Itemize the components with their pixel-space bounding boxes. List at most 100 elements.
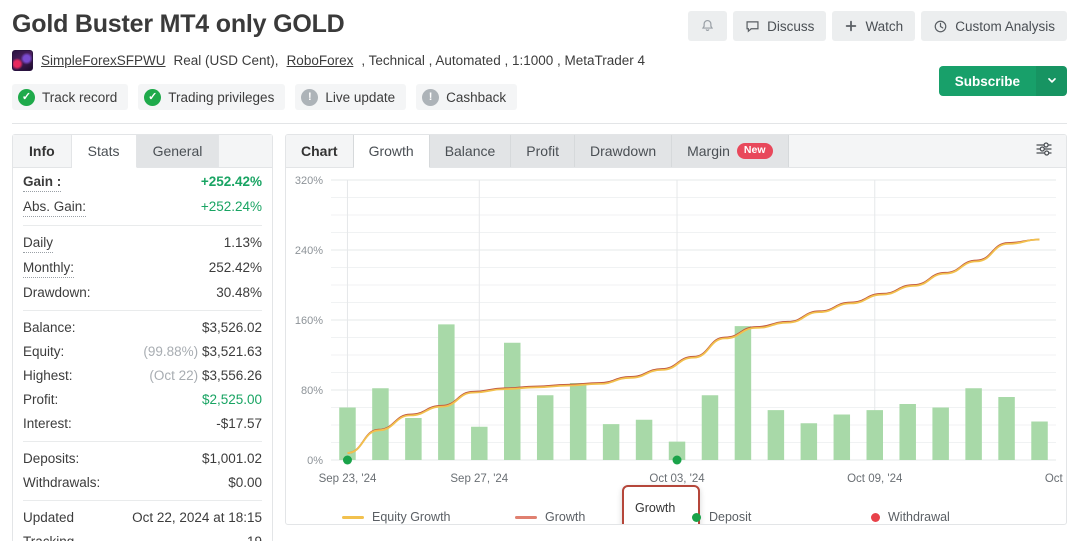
chart-bar [438,324,454,460]
badge-cashback[interactable]: ! Cashback [416,84,517,110]
svg-text:Sep 23, '24: Sep 23, '24 [319,473,377,485]
stat-value-group: (Oct 22) $3,556.26 [149,367,262,385]
stat-value: 30.48% [216,284,262,302]
chart-settings-button[interactable] [1022,135,1066,167]
chart-bar [570,383,586,460]
stat-value: $3,521.63 [202,344,262,359]
chart-bar [998,397,1014,460]
badge-trading-privileges[interactable]: ✓ Trading privileges [138,84,285,110]
svg-text:160%: 160% [295,315,323,327]
tab-drawdown[interactable]: Drawdown [575,135,672,167]
stat-row-drawdown: Drawdown: 30.48% [23,281,262,305]
chart-bar [768,410,784,460]
stat-key: Deposits: [23,450,79,468]
exclamation-circle-icon: ! [301,89,318,106]
subscribe-group: Subscribe [939,66,1067,96]
chart-bar [504,343,520,460]
new-badge: New [737,143,773,159]
chevron-down-icon [1046,74,1058,89]
badge-label: Cashback [446,90,506,105]
tab-profit[interactable]: Profit [511,135,575,167]
growth-chart-svg[interactable]: 0%80%160%240%320%Sep 23, '24Sep 27, '24O… [286,168,1067,518]
legend-item-deposit[interactable]: Deposit [692,510,751,524]
divider [23,225,262,226]
tab-growth[interactable]: Growth [354,135,430,168]
chart-bar [603,424,619,460]
check-circle-icon: ✓ [18,89,35,106]
svg-text:Sep 27, '24: Sep 27, '24 [450,473,508,485]
notifications-button[interactable] [688,11,727,41]
legend-item-withdrawal[interactable]: Withdrawal [871,510,950,524]
stat-row-tracking: Tracking 19 [23,530,262,541]
equity-percent: (99.88%) [143,344,198,359]
divider [23,500,262,501]
chart-bar [867,410,883,460]
account-name-link[interactable]: SimpleForexSFPWU [41,53,166,68]
stat-value: $0.00 [228,474,262,492]
stat-row-interest: Interest: -$17.57 [23,412,262,436]
subscribe-dropdown-button[interactable] [1036,66,1067,96]
legend-line-icon [342,516,364,519]
stat-key[interactable]: Gain : [23,173,61,192]
tab-chart[interactable]: Chart [286,135,354,167]
highest-date: (Oct 22) [149,368,198,383]
chart-bar [405,418,421,460]
tab-stats[interactable]: Stats [72,135,137,168]
tab-general[interactable]: General [137,135,220,167]
stat-value: 252.42% [209,259,262,277]
chart-bar [471,427,487,460]
stat-value: $3,526.02 [202,319,262,337]
stat-row-balance: Balance: $3,526.02 [23,316,262,340]
chart-bar [899,404,915,460]
sliders-icon [1034,139,1054,164]
svg-text:320%: 320% [295,175,323,187]
svg-text:240%: 240% [295,245,323,257]
legend-item-growth[interactable]: Growth [515,510,585,524]
broker-link[interactable]: RoboForex [287,53,354,68]
tooltip-series: Growth [635,496,687,521]
account-type: Real (USD Cent), [174,53,279,68]
custom-analysis-button[interactable]: Custom Analysis [921,11,1067,41]
chart-tooltip: Growth Sep 24, '24 34.58% [622,485,700,525]
watch-label: Watch [865,19,903,34]
legend-dot-icon [692,513,701,522]
subscribe-button[interactable]: Subscribe [939,66,1036,96]
stat-value: 1.13% [224,234,262,252]
stat-key: Tracking [23,533,74,541]
stats-panel-tabs: Info Stats General [13,135,272,168]
stat-row-daily: Daily 1.13% [23,231,262,256]
legend-item-equity-growth[interactable]: Equity Growth [342,510,451,524]
stat-value: +252.42% [201,173,262,191]
badge-label: Trading privileges [168,90,274,105]
page-title: Gold Buster MT4 only GOLD [12,8,345,40]
watch-button[interactable]: Watch [832,11,915,41]
stat-key[interactable]: Daily [23,234,53,253]
stats-list: Gain : +252.42% Abs. Gain: +252.24% Dail… [13,168,272,541]
tooltip-date: Sep 24, '24 [635,521,687,525]
account-attributes: , Technical , Automated , 1:1000 , MetaT… [361,53,645,68]
chart-bar [932,408,948,461]
stat-value: Oct 22, 2024 at 18:15 [132,509,262,527]
tab-margin[interactable]: Margin New [672,135,788,167]
chart-marker-deposit [343,456,352,465]
stat-row-gain: Gain : +252.42% [23,170,262,195]
tab-balance[interactable]: Balance [430,135,512,167]
stat-key[interactable]: Abs. Gain: [23,198,86,217]
exclamation-circle-icon: ! [422,89,439,106]
tab-info[interactable]: Info [13,135,72,167]
stat-key[interactable]: Monthly: [23,259,74,278]
stat-key: Interest: [23,415,72,433]
chart-tabs-filler [789,135,1023,167]
stat-key[interactable]: Drawdown: [23,284,91,302]
stat-key: Profit: [23,391,58,409]
stat-row-withdrawals: Withdrawals: $0.00 [23,471,262,495]
stat-value: $1,001.02 [202,450,262,468]
stat-value: 19 [247,533,262,541]
legend-line-icon [515,516,537,519]
check-circle-icon: ✓ [144,89,161,106]
badge-label: Live update [325,90,395,105]
badge-track-record[interactable]: ✓ Track record [12,84,128,110]
badge-live-update[interactable]: ! Live update [295,84,406,110]
discuss-label: Discuss [767,19,814,34]
discuss-button[interactable]: Discuss [733,11,826,41]
